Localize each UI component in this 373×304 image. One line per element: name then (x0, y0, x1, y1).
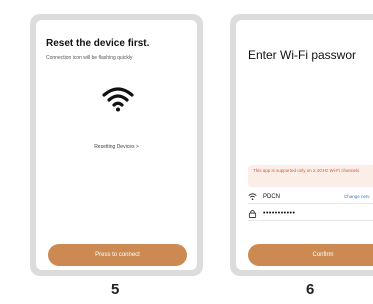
wifi-icon (248, 193, 257, 201)
page-title: Enter Wi-Fi passwor (248, 48, 357, 62)
password-row[interactable]: ••••••••••• (248, 207, 373, 221)
lock-icon (248, 210, 257, 218)
press-to-connect-button[interactable]: Press to connect (48, 244, 187, 266)
wifi-ssid-row: PDCN Change netv (248, 190, 373, 204)
ssid-name: PDCN (263, 193, 281, 200)
screen-enter-wifi: Enter Wi-Fi passwor This app is supporte… (236, 20, 373, 270)
resetting-devices-link[interactable]: Resetting Devices > (36, 144, 197, 150)
phone-step-5: Reset the device first. Connection icon … (30, 14, 203, 276)
wifi-channel-notice[interactable]: This app is supported only on 2.4GHz Wi-… (248, 165, 373, 187)
change-network-link[interactable]: Change netv (344, 194, 370, 199)
phone-step-6: Enter Wi-Fi passwor This app is supporte… (230, 14, 373, 276)
wifi-icon (102, 87, 134, 112)
screen-reset-device: Reset the device first. Connection icon … (36, 20, 197, 270)
step-number-5: 5 (111, 281, 120, 298)
confirm-button[interactable]: Confirm (248, 244, 373, 266)
page-subtitle: Connection icon will be flashing quickly (46, 55, 133, 61)
password-field[interactable]: ••••••••••• (263, 210, 295, 217)
step-number-6: 6 (306, 281, 315, 298)
notice-text: This app is supported only on 2.4GHz Wi-… (253, 168, 360, 173)
page-title: Reset the device first. (46, 38, 150, 49)
